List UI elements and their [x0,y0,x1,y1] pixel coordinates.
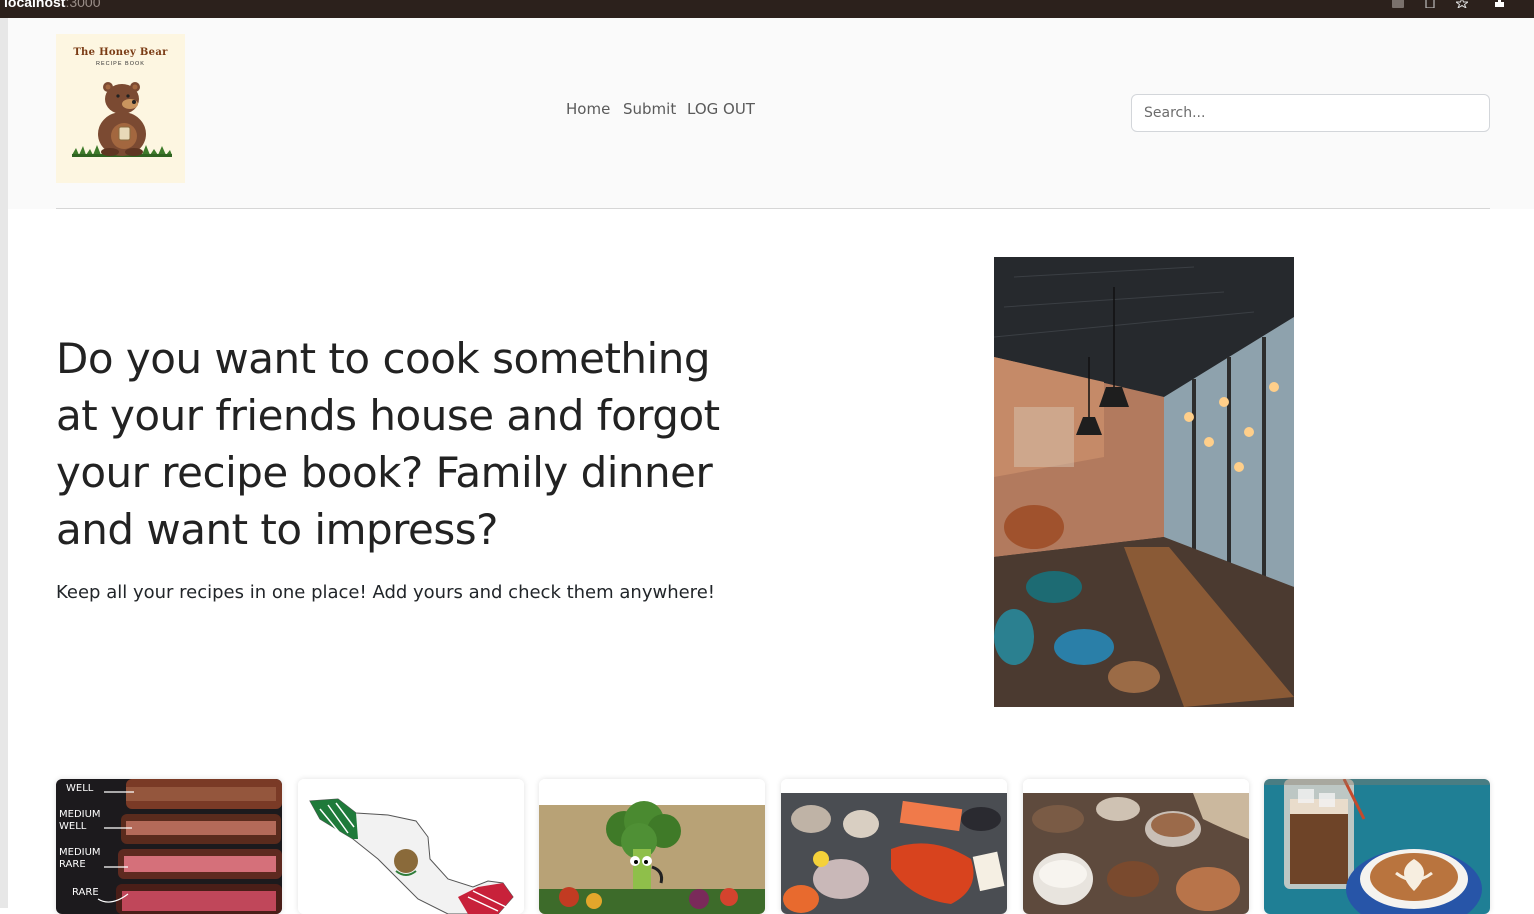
recipe-card-desserts[interactable] [1023,779,1249,914]
header-divider [56,208,1490,209]
steak-label-well: WELL [66,783,94,794]
browser-url[interactable]: localhost:3000 [4,0,101,10]
recipe-card-mexican[interactable] [298,779,524,914]
steak-label-medium-well: MEDIUM WELL [59,809,101,832]
recipe-card-vegetarian[interactable] [539,779,765,914]
mexico-map-image [298,779,524,914]
recipe-card-steak[interactable]: WELL MEDIUM WELL MEDIUM RARE RARE [56,779,282,914]
nav-logout-link[interactable]: LOG OUT [687,100,755,118]
steak-label-rare: RARE [72,887,99,898]
sugar-spices-image [1023,779,1249,914]
search-input[interactable] [1131,94,1490,132]
browser-address-bar: localhost:3000 [0,0,1534,18]
share-icon[interactable] [1424,0,1436,8]
recipe-card-drinks[interactable] [1264,779,1490,914]
seafood-image [781,779,1007,914]
nav-submit-link[interactable]: Submit [623,100,676,118]
recipe-card-seafood[interactable] [781,779,1007,914]
extensions-icon[interactable] [1494,0,1506,8]
translate-icon[interactable] [1392,0,1404,8]
broccoli-vegetables-image [539,779,765,914]
cafe-interior-image [994,257,1294,707]
steak-label-medium-rare: MEDIUM RARE [59,847,101,870]
coffee-image [1264,779,1490,914]
page-left-gutter [0,18,8,908]
bookmark-star-icon[interactable] [1456,0,1468,8]
nav-home-link[interactable]: Home [566,100,610,118]
hero-title: Do you want to cook something at your fr… [56,334,720,554]
hero-subtitle: Keep all your recipes in one place! Add … [56,582,715,603]
